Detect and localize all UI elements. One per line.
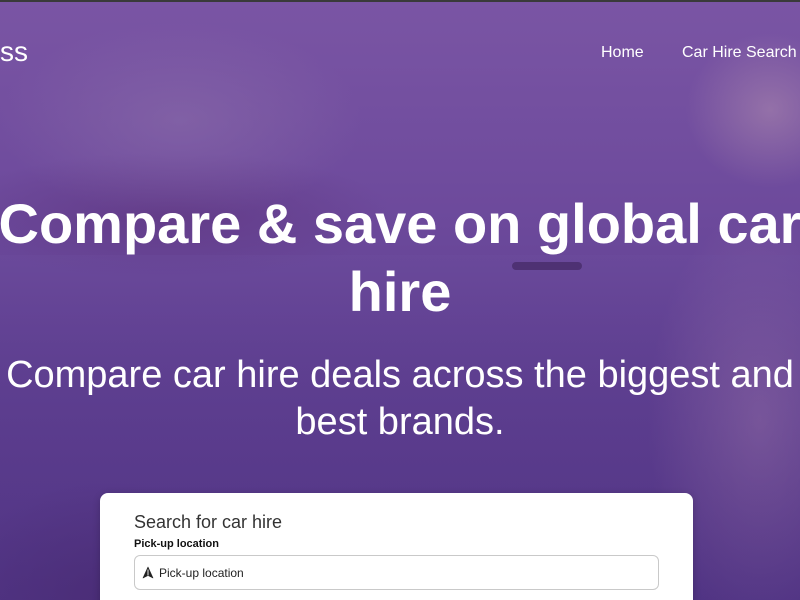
pickup-location-input[interactable]: [159, 565, 639, 580]
main-nav: Home Car Hire Search: [0, 44, 800, 64]
nav-link-car-hire-search[interactable]: Car Hire Search: [682, 44, 797, 62]
hero-headline-line2: hire: [348, 260, 452, 323]
hero-headline-line1: Compare & save on global car: [0, 192, 800, 255]
hero-headline: Compare & save on global car hire: [0, 190, 800, 326]
navigation-arrow-icon: [141, 566, 155, 580]
search-card-title: Search for car hire: [134, 512, 283, 532]
nav-link-home[interactable]: Home: [601, 44, 644, 62]
hero-subheading-line2: best brands.: [295, 401, 505, 443]
hero-subheading-line1: Compare car hire deals across the bigges…: [6, 354, 794, 396]
search-card: Search for car hire Pick-up location: [100, 493, 693, 600]
pickup-location-field[interactable]: [134, 555, 659, 590]
pickup-location-label: Pick-up location: [134, 538, 219, 550]
browser-top-edge: [0, 0, 800, 2]
hero-subheading: Compare car hire deals across the bigges…: [0, 352, 800, 446]
